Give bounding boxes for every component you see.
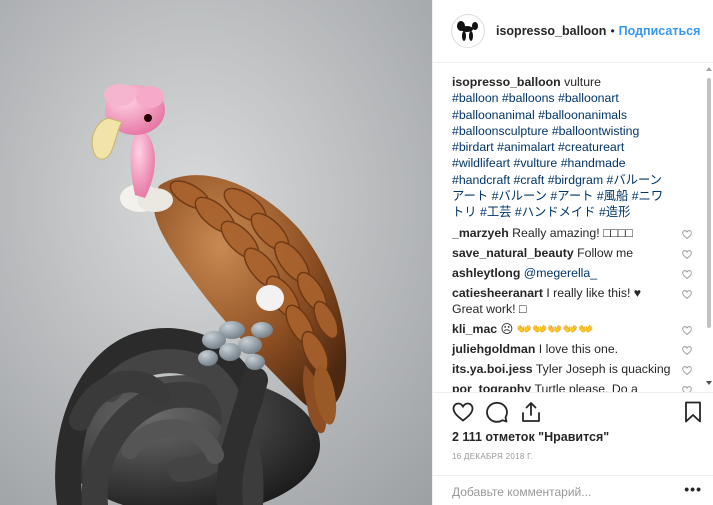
scroll-down-arrow[interactable] [706, 381, 712, 385]
more-options-icon[interactable]: ••• [684, 481, 702, 497]
header-username[interactable]: isopresso_balloon [496, 24, 606, 38]
comment-username[interactable]: save_natural_beauty [452, 246, 574, 260]
scrollbar-thumb[interactable] [707, 78, 711, 328]
comment-like-icon[interactable] [681, 364, 693, 375]
comment-row: juliehgoldman I love this one. [452, 341, 705, 357]
post-date[interactable]: 16 декабря 2018 г. [452, 452, 533, 461]
comments-scrollbar[interactable] [704, 64, 713, 392]
comment-like-icon[interactable] [681, 384, 693, 392]
hashtag-link[interactable]: #造形 [599, 205, 630, 219]
hashtag-link[interactable]: #handmade [561, 156, 626, 170]
comment-username[interactable]: juliehgoldman [452, 342, 535, 356]
comment-text: ☹ 👐👐👐👐👐 [497, 321, 594, 336]
comment-row: its.ya.boi.jess Tyler Joseph is quacking [452, 361, 705, 377]
hashtag-link[interactable]: #風船 [597, 189, 628, 203]
hashtag-link[interactable]: #バルーン [492, 189, 547, 203]
caption-text: vulture [560, 75, 601, 89]
comment-like-icon[interactable] [681, 288, 693, 299]
comment-row: save_natural_beauty Follow me [452, 245, 705, 261]
comment-username[interactable]: catiesheeranart [452, 286, 543, 300]
header-separator: • [610, 24, 615, 38]
hashtag-link[interactable]: #balloonanimals [538, 108, 627, 122]
comment-row: por_tography Turtle please. Do a turtle. [452, 381, 705, 392]
hashtag-link[interactable]: #ハンドメイド [515, 205, 596, 219]
caption-hashtags: #balloon #balloons #balloonart #balloona… [452, 91, 663, 219]
heart-outline-icon[interactable] [451, 400, 475, 424]
hashtag-link[interactable]: #balloonsculpture [452, 124, 548, 138]
comment-username[interactable]: its.ya.boi.jess [452, 362, 533, 376]
comments-list[interactable]: isopresso_balloon vulture #balloon #ball… [433, 64, 705, 392]
hashtag-link[interactable]: #wildlifeart [452, 156, 510, 170]
scroll-up-arrow[interactable] [706, 67, 712, 71]
hashtag-link[interactable]: #工芸 [480, 205, 511, 219]
comment-bubble-icon[interactable] [485, 400, 509, 424]
comment-like-icon[interactable] [681, 268, 693, 279]
hashtag-link[interactable]: #balloonanimal [452, 108, 535, 122]
hashtag-link[interactable]: #balloontwisting [552, 124, 640, 138]
hashtag-link[interactable]: #アート [550, 189, 593, 203]
hashtag-link[interactable]: #balloons [502, 91, 555, 105]
comment-username[interactable]: ashleytlong [452, 266, 520, 280]
hashtag-link[interactable]: #balloon [452, 91, 499, 105]
comment-row: kli_mac ☹ 👐👐👐👐👐 [452, 321, 705, 337]
share-icon[interactable] [519, 400, 543, 424]
post-image[interactable] [0, 0, 432, 505]
balloon-dog-icon [457, 21, 478, 41]
comment-like-icon[interactable] [681, 248, 693, 259]
comment-like-icon[interactable] [681, 344, 693, 355]
hashtag-link[interactable]: #birdgram [548, 173, 603, 187]
bookmark-icon[interactable] [681, 400, 705, 424]
post-sidebar: isopresso_balloon • Подписаться isopress… [432, 0, 713, 505]
comment-text: Really amazing! □□□□ [508, 225, 633, 240]
comment-like-icon[interactable] [681, 228, 693, 239]
follow-button[interactable]: Подписаться [619, 24, 701, 38]
caption: isopresso_balloon vulture #balloon #ball… [452, 74, 664, 221]
avatar[interactable] [451, 14, 485, 48]
post-header: isopresso_balloon • Подписаться [433, 0, 713, 63]
hashtag-link[interactable]: #creatureart [558, 140, 624, 154]
hashtag-link[interactable]: #animalart [497, 140, 554, 154]
comment-username[interactable]: por_tography [452, 382, 531, 392]
comment-row: _marzyeh Really amazing! □□□□ [452, 225, 705, 241]
comment-text: Follow me [573, 245, 634, 260]
caption-username[interactable]: isopresso_balloon [452, 75, 561, 89]
hashtag-link[interactable]: #craft [514, 173, 545, 187]
post-actions [433, 392, 713, 430]
likes-number: 2 111 отметок [452, 430, 535, 444]
comment-text: I love this one. [535, 341, 619, 356]
add-comment-box: ••• [433, 475, 713, 505]
hashtag-link[interactable]: #balloonart [558, 91, 619, 105]
comment-text: Tyler Joseph is quacking [532, 361, 671, 376]
hashtag-link[interactable]: #vulture [514, 156, 558, 170]
comment-username[interactable]: _marzyeh [452, 226, 509, 240]
hashtag-link[interactable]: #handcraft [452, 173, 510, 187]
comment-like-icon[interactable] [681, 324, 693, 335]
comment-username[interactable]: kli_mac [452, 322, 497, 336]
comment-input[interactable] [452, 484, 672, 500]
likes-count[interactable]: 2 111 отметок "Нравится" [452, 430, 609, 444]
likes-label: "Нравится" [534, 430, 610, 444]
comment-row: ashleytlong @megerella_ [452, 265, 705, 281]
comment-mention[interactable]: @megerella_ [524, 266, 597, 280]
comment-row: catiesheeranart I really like this! ♥ Gr… [452, 285, 705, 317]
hashtag-link[interactable]: #birdart [452, 140, 494, 154]
